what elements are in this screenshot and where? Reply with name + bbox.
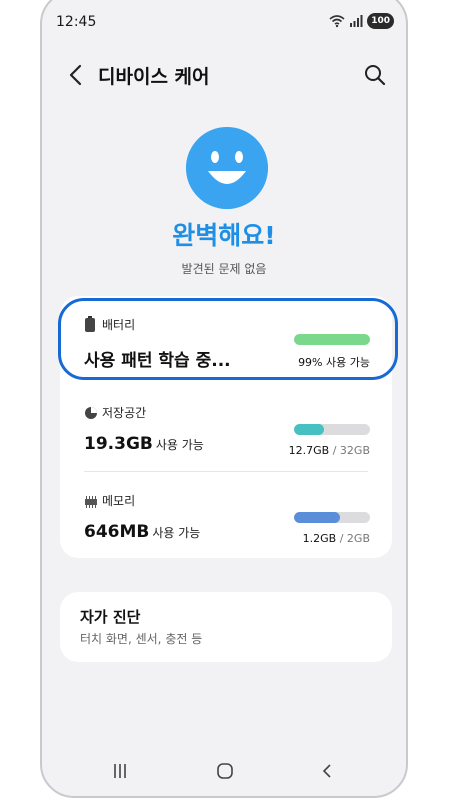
memory-label: 메모리 — [102, 494, 136, 508]
smiley-face-icon — [186, 127, 268, 209]
battery-caption: 99% 사용 가능 — [298, 356, 370, 369]
header: 디바이스 케어 — [42, 52, 406, 102]
status-time: 12:45 — [56, 14, 97, 30]
storage-pie-icon — [85, 407, 97, 419]
wifi-icon — [329, 15, 345, 28]
self-diagnosis-card[interactable]: 자가 진단 터치 화면, 센서, 충전 등 — [60, 592, 392, 662]
storage-bar-fill — [294, 424, 325, 435]
battery-bar-fill — [294, 334, 370, 345]
status-icons: 100 — [329, 13, 394, 29]
memory-item[interactable]: 메모리 646MB 사용 가능 1.2GB / 2GB — [60, 472, 392, 558]
nav-back-icon[interactable] — [320, 762, 334, 780]
status-bar: 12:45 100 — [42, 10, 406, 34]
battery-item[interactable]: 배터리 사용 패턴 학습 중... 99% 사용 가능 — [60, 296, 392, 380]
recents-icon[interactable] — [112, 762, 128, 780]
diagnosis-title: 자가 진단 — [80, 608, 141, 626]
memory-caption: 1.2GB / 2GB — [302, 532, 370, 545]
signal-icon — [350, 15, 363, 27]
memory-bar — [294, 512, 370, 523]
home-icon[interactable] — [216, 762, 234, 780]
storage-caption: 12.7GB / 32GB — [288, 444, 370, 457]
page-title: 디바이스 케어 — [98, 66, 210, 88]
diagnosis-subtitle: 터치 화면, 센서, 충전 등 — [80, 632, 203, 646]
storage-label: 저장공간 — [102, 406, 147, 420]
battery-status-pill: 100 — [367, 13, 394, 29]
battery-value: 사용 패턴 학습 중... — [84, 351, 231, 371]
phone-frame: 12:45 100 디바이스 케어 완벽해요! 발견된 문제 없음 배터리 사용… — [40, 0, 408, 798]
battery-icon — [85, 316, 95, 332]
battery-label: 배터리 — [102, 318, 136, 332]
status-card: 배터리 사용 패턴 학습 중... 99% 사용 가능 저장공간 19.3GB 사… — [60, 296, 392, 558]
status-headline: 완벽해요! — [172, 221, 276, 250]
navigation-bar — [42, 758, 406, 786]
memory-bar-fill — [294, 512, 340, 523]
search-icon[interactable] — [360, 60, 390, 90]
battery-bar — [294, 334, 370, 345]
memory-value: 646MB 사용 가능 — [84, 522, 201, 542]
storage-value: 19.3GB 사용 가능 — [84, 434, 204, 454]
storage-bar — [294, 424, 370, 435]
memory-chip-icon — [85, 496, 97, 508]
storage-item[interactable]: 저장공간 19.3GB 사용 가능 12.7GB / 32GB — [60, 384, 392, 470]
back-icon[interactable] — [62, 60, 92, 90]
status-subtext: 발견된 문제 없음 — [181, 262, 267, 276]
